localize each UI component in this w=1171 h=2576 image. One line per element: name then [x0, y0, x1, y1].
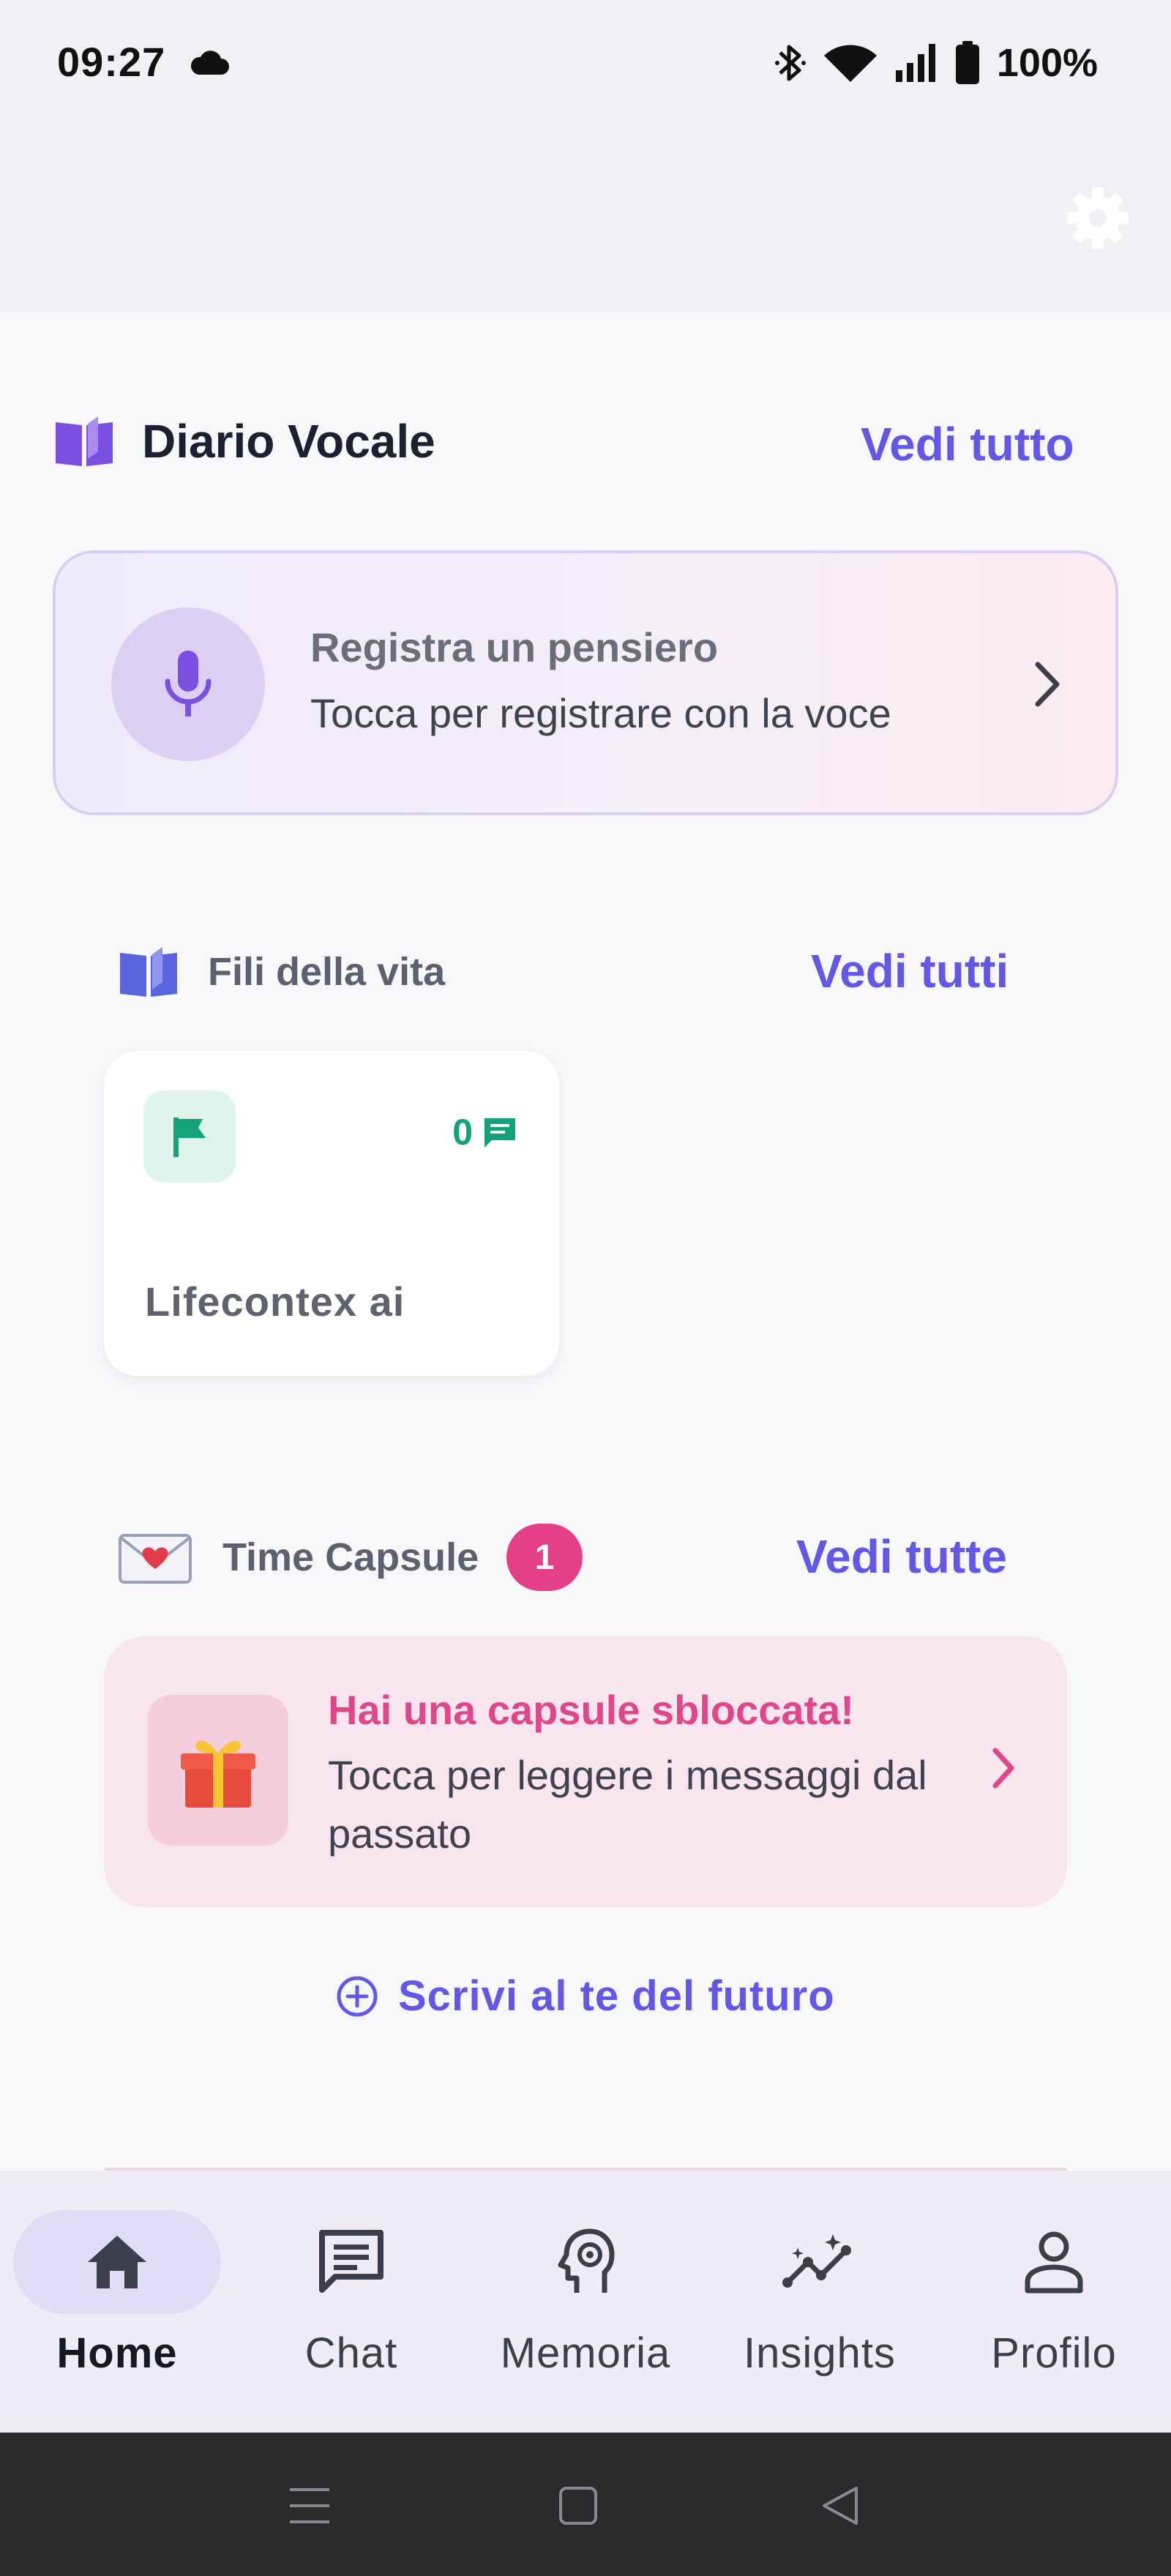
life-threads-title: Fili della vita: [208, 950, 446, 994]
flag-icon: [173, 1117, 206, 1157]
gift-icon: [181, 1740, 255, 1808]
battery-icon: [955, 41, 979, 84]
cloud-icon: [190, 50, 229, 75]
nav-memoria[interactable]: Memoria: [468, 2210, 703, 2393]
wifi-icon: [823, 45, 877, 82]
person-icon: [1025, 2231, 1083, 2294]
voice-diary-title: Diario Vocale: [142, 415, 435, 468]
home-square-icon[interactable]: [556, 2484, 600, 2528]
chevron-right-icon: [1035, 662, 1060, 707]
top-header: 09:27 100%: [0, 0, 1171, 311]
book-icon: [56, 416, 113, 466]
nav-profilo-pill: [950, 2210, 1158, 2314]
nav-profilo[interactable]: Profilo: [937, 2210, 1171, 2393]
chat-icon: [319, 2230, 384, 2293]
nav-memoria-label: Memoria: [500, 2329, 671, 2377]
time-capsule-title: Time Capsule: [222, 1535, 479, 1579]
battery-percent: 100%: [996, 41, 1098, 85]
capsule-card-subtitle: Tocca per leggere i messaggi dal passato: [328, 1752, 927, 1857]
signal-icon: [895, 44, 935, 82]
nav-home-pill: [13, 2210, 221, 2314]
thread-name: Lifecontex ai: [145, 1278, 405, 1325]
status-bar: 09:27 100%: [0, 0, 1171, 128]
time-capsule-see-all[interactable]: Vedi tutte: [796, 1530, 1007, 1584]
unlocked-capsule-card[interactable]: Hai una capsule sbloccata! Tocca per leg…: [104, 1636, 1067, 1907]
add-circle-icon: [337, 1976, 378, 2016]
nav-home[interactable]: Home: [0, 2210, 234, 2393]
chevron-right-icon: [992, 1748, 1014, 1789]
mic-button[interactable]: [111, 607, 265, 761]
nav-insights-pill: [716, 2210, 924, 2314]
write-future-link[interactable]: Scrivi al te del futuro: [335, 1972, 835, 2021]
time-capsule-header: Time Capsule 1: [117, 1524, 583, 1591]
insights-icon: [782, 2234, 851, 2288]
record-title: Registra un pensiero: [310, 624, 719, 670]
flag-badge: [143, 1090, 236, 1183]
status-icons: 100%: [774, 40, 1098, 86]
nav-chat[interactable]: Chat: [234, 2210, 468, 2393]
system-navigation-bar: [0, 2433, 1171, 2576]
voice-diary-see-all[interactable]: Vedi tutto: [861, 417, 1074, 471]
love-letter-icon: [119, 1534, 192, 1584]
message-count: 0: [452, 1111, 518, 1153]
microphone-icon: [165, 651, 212, 716]
gift-badge: [148, 1695, 288, 1846]
nav-insights[interactable]: Insights: [703, 2210, 937, 2393]
voice-diary-header: Diario Vocale: [53, 414, 435, 468]
thread-card[interactable]: 0 Lifecontex ai: [104, 1051, 559, 1376]
nav-memoria-pill: [482, 2210, 689, 2314]
nav-insights-label: Insights: [744, 2329, 896, 2377]
nav-chat-pill: [247, 2210, 455, 2314]
brain-icon: [558, 2228, 615, 2293]
message-count-value: 0: [452, 1112, 473, 1153]
capsule-count-badge: 1: [506, 1524, 583, 1591]
life-threads-see-all[interactable]: Vedi tutti: [811, 944, 1009, 998]
home-icon: [88, 2236, 146, 2288]
nav-profilo-label: Profilo: [991, 2329, 1117, 2377]
back-icon[interactable]: [818, 2484, 862, 2528]
status-time: 09:27: [57, 39, 166, 85]
comment-icon: [485, 1118, 515, 1147]
capsule-card-title: Hai una capsule sbloccata!: [328, 1687, 854, 1733]
bluetooth-icon: [774, 45, 806, 81]
write-future-label: Scrivi al te del futuro: [398, 1972, 835, 2020]
gear-icon[interactable]: [1063, 183, 1133, 253]
nav-chat-label: Chat: [304, 2329, 398, 2377]
bottom-navigation: Home Chat Memoria Insights Profilo: [0, 2171, 1171, 2433]
book-icon: [120, 947, 177, 997]
life-threads-header: Fili della vita: [117, 946, 445, 998]
nav-home-label: Home: [56, 2329, 178, 2377]
menu-icon[interactable]: [287, 2484, 332, 2528]
record-subtitle: Tocca per registrare con la voce: [310, 690, 891, 736]
record-thought-card[interactable]: Registra un pensiero Tocca per registrar…: [53, 550, 1118, 815]
